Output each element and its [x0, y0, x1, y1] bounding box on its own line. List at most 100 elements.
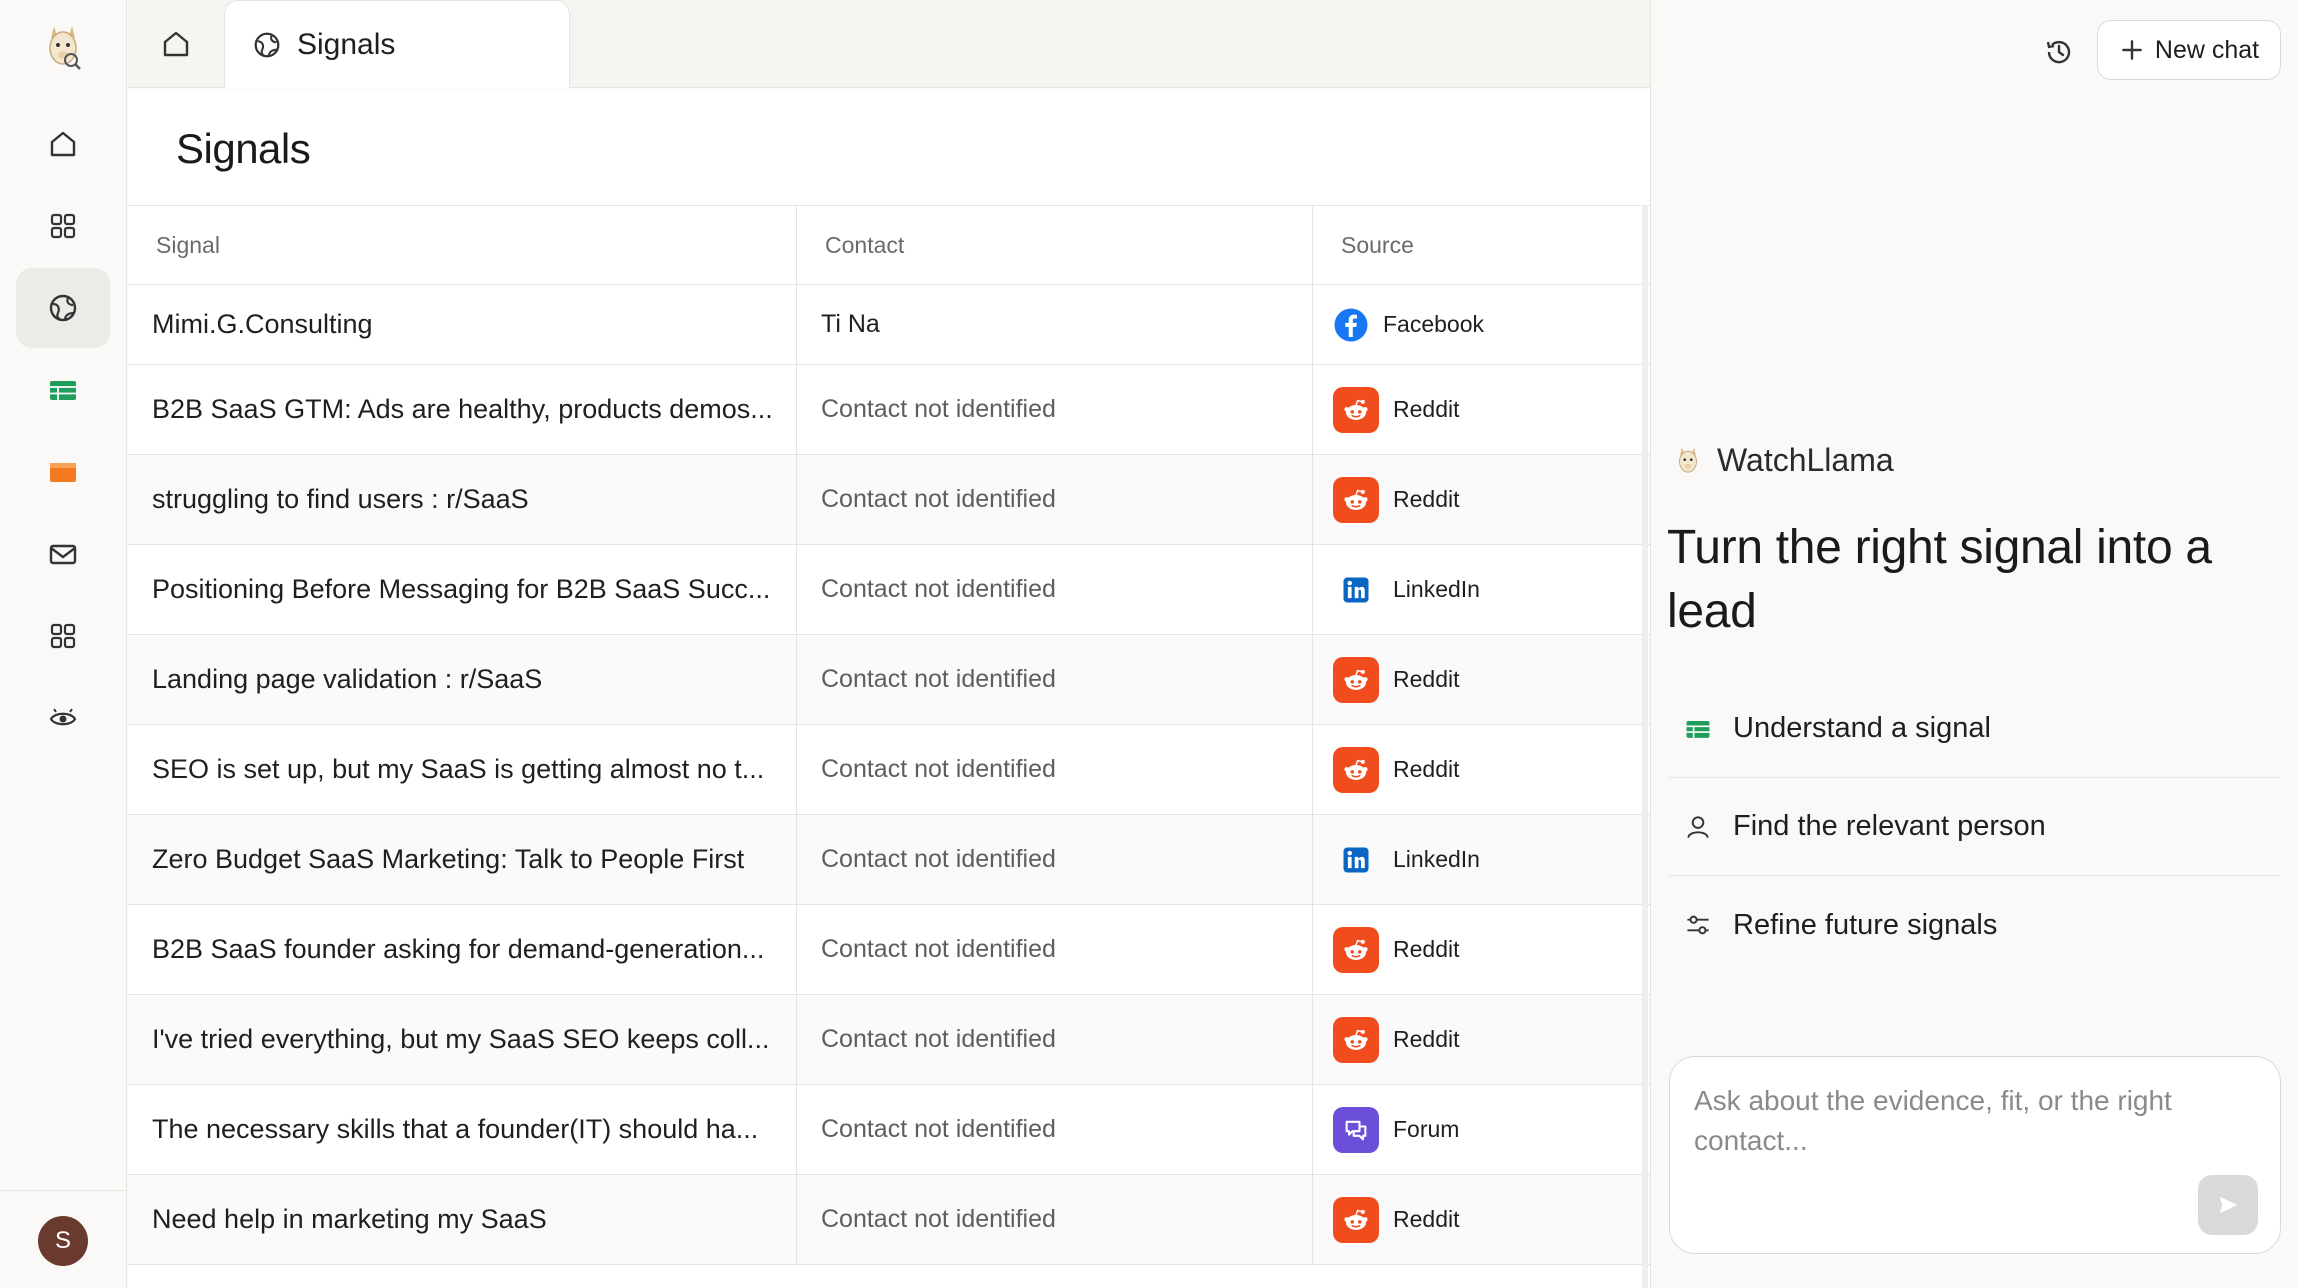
reddit-icon	[1344, 939, 1368, 960]
nav-apps[interactable]	[16, 596, 110, 676]
brand: WatchLlama	[1673, 442, 1894, 479]
forum-icon	[1345, 1120, 1367, 1140]
nav-cards[interactable]	[16, 432, 110, 512]
tab-label: Signals	[297, 27, 396, 61]
contact-cell: Ti Na	[797, 285, 1313, 364]
globe-icon	[254, 32, 280, 57]
contact-cell: Contact not identified	[797, 455, 1313, 544]
source-cell: Reddit	[1313, 725, 1650, 814]
column-header-signal[interactable]: Signal	[128, 206, 797, 284]
suggestion-refine-signals[interactable]: Refine future signals	[1669, 876, 2281, 974]
llama-logo-icon	[1679, 446, 1697, 473]
left-rail: S	[0, 0, 127, 1288]
source-cell: LinkedIn	[1313, 545, 1650, 634]
user-avatar[interactable]: S	[38, 1216, 88, 1266]
source-label: Facebook	[1383, 311, 1485, 337]
signal-cell[interactable]: SEO is set up, but my SaaS is getting al…	[128, 725, 797, 814]
suggestion-find-person[interactable]: Find the relevant person	[1669, 778, 2281, 876]
apps-grid-icon	[50, 623, 76, 649]
new-chat-button[interactable]: New chat	[2097, 20, 2281, 80]
source-label: Reddit	[1393, 756, 1460, 782]
brand-name: WatchLlama	[1717, 442, 1894, 478]
llama-logo-icon[interactable]	[40, 22, 86, 72]
signal-cell[interactable]: B2B SaaS founder asking for demand-gener…	[128, 905, 797, 994]
contact-cell: Contact not identified	[797, 905, 1313, 994]
table-row[interactable]: Need help in marketing my SaaS Contact no…	[128, 1175, 1650, 1265]
reddit-badge	[1333, 1016, 1379, 1063]
signal-cell[interactable]: Positioning Before Messaging for B2B Saa…	[128, 545, 797, 634]
home-tab-button[interactable]	[150, 18, 202, 70]
contact-cell: Contact not identified	[797, 365, 1313, 454]
reddit-icon	[1344, 669, 1368, 690]
signal-cell[interactable]: Landing page validation : r/SaaS	[128, 635, 797, 724]
source-cell: Reddit	[1313, 635, 1650, 724]
history-button[interactable]	[2035, 28, 2083, 76]
facebook-icon	[1334, 308, 1368, 341]
table-row[interactable]: Positioning Before Messaging for B2B Saa…	[128, 545, 1650, 635]
source-cell: Facebook	[1313, 285, 1650, 364]
nav-sheets[interactable]	[16, 350, 110, 430]
tab-bar: Signals	[128, 0, 1650, 88]
table-row[interactable]: Zero Budget SaaS Marketing: Talk to Peop…	[128, 815, 1650, 905]
table-row[interactable]: I've tried everything, but my SaaS SEO k…	[128, 995, 1650, 1085]
source-label: LinkedIn	[1393, 576, 1480, 602]
reddit-badge	[1333, 386, 1379, 433]
contact-cell: Contact not identified	[797, 635, 1313, 724]
person-icon	[1687, 815, 1709, 838]
signal-cell[interactable]: B2B SaaS GTM: Ads are healthy, products …	[128, 365, 797, 454]
contact-cell: Contact not identified	[797, 1175, 1313, 1264]
table-row[interactable]: SEO is set up, but my SaaS is getting al…	[128, 725, 1650, 815]
source-label: LinkedIn	[1393, 846, 1480, 872]
table-row[interactable]: struggling to find users : r/SaaS Contact…	[128, 455, 1650, 545]
reddit-badge	[1333, 476, 1379, 523]
chat-input[interactable]	[1694, 1081, 2234, 1191]
history-icon	[2046, 40, 2071, 64]
signal-cell[interactable]: Zero Budget SaaS Marketing: Talk to Peop…	[128, 815, 797, 904]
app-root: S Signals Signals Signal Contact Source …	[0, 0, 2298, 1288]
table-row[interactable]: Landing page validation : r/SaaS Contact …	[128, 635, 1650, 725]
contact-cell: Contact not identified	[797, 995, 1313, 1084]
signal-cell[interactable]: The necessary skills that a founder(IT) …	[128, 1085, 797, 1174]
column-header-contact[interactable]: Contact	[797, 206, 1313, 284]
nav-signals[interactable]	[16, 268, 110, 348]
facebook-badge	[1333, 307, 1369, 343]
nav-mail[interactable]	[16, 514, 110, 594]
source-cell: Reddit	[1313, 905, 1650, 994]
table-row[interactable]: B2B SaaS GTM: Ads are healthy, products …	[128, 365, 1650, 455]
table-row[interactable]: B2B SaaS founder asking for demand-gener…	[128, 905, 1650, 995]
linkedin-badge	[1333, 837, 1379, 883]
globe-icon	[49, 294, 77, 322]
suggestion-understand-signal[interactable]: Understand a signal	[1669, 680, 2281, 778]
table-icon	[50, 381, 76, 400]
grid-icon	[50, 213, 76, 239]
assistant-panel: New chat WatchLlama Turn the right signa…	[1650, 0, 2298, 1288]
home-icon	[50, 131, 76, 157]
send-button[interactable]	[2198, 1175, 2258, 1235]
signal-cell[interactable]: Need help in marketing my SaaS	[128, 1175, 797, 1264]
signal-cell[interactable]: I've tried everything, but my SaaS SEO k…	[128, 995, 797, 1084]
nav-watch[interactable]	[16, 678, 110, 758]
tab-signals[interactable]: Signals	[224, 0, 570, 88]
reddit-badge	[1333, 1196, 1379, 1243]
table-scrollbar[interactable]	[1642, 205, 1648, 1288]
nav-dashboard[interactable]	[16, 186, 110, 266]
nav-home[interactable]	[16, 104, 110, 184]
reddit-icon	[1344, 489, 1368, 510]
signal-cell[interactable]: struggling to find users : r/SaaS	[128, 455, 797, 544]
reddit-icon	[1344, 759, 1368, 780]
home-icon	[163, 31, 189, 57]
reddit-icon	[1344, 399, 1368, 420]
reddit-badge	[1333, 746, 1379, 793]
reddit-icon	[1344, 1209, 1368, 1230]
source-label: Reddit	[1393, 936, 1460, 962]
chat-composer	[1669, 1056, 2281, 1254]
reddit-icon	[1344, 1029, 1368, 1050]
signal-cell[interactable]: Mimi.G.Consulting	[128, 285, 797, 364]
source-label: Reddit	[1393, 396, 1460, 422]
table-row[interactable]: The necessary skills that a founder(IT) …	[128, 1085, 1650, 1175]
contact-cell: Contact not identified	[797, 815, 1313, 904]
column-header-source[interactable]: Source	[1313, 206, 1650, 284]
table-header: Signal Contact Source	[128, 205, 1650, 285]
table-row[interactable]: Mimi.G.Consulting Ti Na Facebook	[128, 285, 1650, 365]
source-label: Reddit	[1393, 486, 1460, 512]
